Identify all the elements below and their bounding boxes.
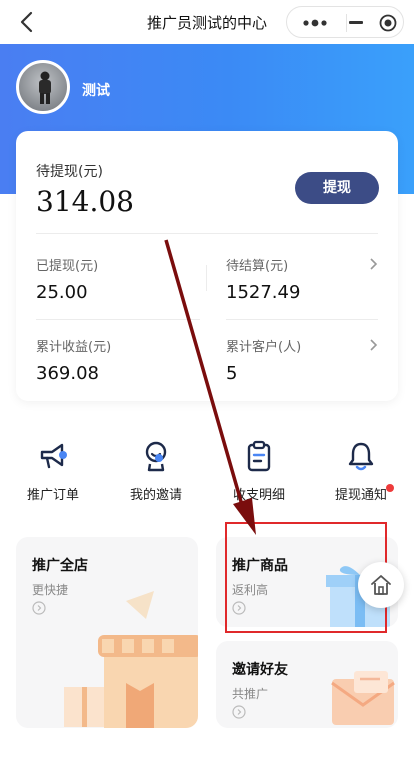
to-settle-value[interactable]: 1527.49 [226, 282, 300, 303]
chevron-right-icon[interactable] [368, 257, 378, 271]
withdrawn-value: 25.00 [36, 282, 88, 303]
tile-title: 邀请好友 [232, 662, 288, 678]
envelope-illustration-icon [331, 671, 395, 725]
clipboard-icon [247, 440, 271, 472]
bell-icon [348, 442, 374, 471]
pending-withdraw-value: 314.08 [36, 185, 134, 218]
divider [36, 233, 378, 234]
earnings-card: 待提现(元) 314.08 提现 已提现(元) 25.00 待结算(元) 152… [16, 131, 398, 401]
invite-person-icon [145, 441, 167, 472]
circle-arrow-icon[interactable] [32, 601, 46, 615]
avatar-figure-icon [39, 71, 51, 104]
action-label: 收支明细 [232, 488, 285, 503]
home-float-button[interactable] [358, 562, 404, 608]
action-promo-orders[interactable]: 推广订单 [13, 440, 93, 510]
user-name: 测试 [82, 83, 110, 99]
pending-withdraw-label: 待提现(元) [36, 164, 103, 180]
tile-invite-friends[interactable]: 邀请好友 共推广 [216, 641, 398, 728]
close-target-icon[interactable] [379, 14, 397, 32]
action-income-details[interactable]: 收支明细 [219, 440, 299, 510]
circle-arrow-icon[interactable] [232, 705, 246, 719]
divider [226, 319, 378, 320]
megaphone-icon [40, 443, 67, 469]
total-customers-value[interactable]: 5 [226, 363, 237, 384]
total-income-value: 369.08 [36, 363, 99, 384]
total-customers-label[interactable]: 累计客户(人) [226, 336, 301, 355]
withdrawn-label: 已提现(元) [36, 259, 99, 274]
more-dots-icon[interactable] [301, 15, 335, 31]
top-nav: 推广员测试的中心 [0, 0, 414, 44]
capsule-divider [346, 14, 347, 32]
action-withdraw-notice[interactable]: 提现通知 [321, 440, 401, 510]
chevron-right-icon[interactable] [368, 338, 378, 352]
notification-badge [386, 484, 394, 492]
total-income-label: 累计收益(元) [36, 340, 112, 355]
tile-promote-store[interactable]: 推广全店 更快捷 [16, 537, 198, 728]
action-label: 我的邀请 [129, 488, 182, 503]
action-label: 推广订单 [26, 488, 79, 503]
minimize-icon[interactable] [349, 21, 363, 24]
action-my-invites[interactable]: 我的邀请 [116, 440, 196, 510]
tile-title: 推广全店 [32, 558, 88, 574]
to-settle-label[interactable]: 待结算(元) [226, 255, 288, 274]
avatar[interactable] [16, 60, 70, 114]
divider [206, 265, 207, 291]
home-icon [371, 575, 391, 595]
divider [36, 319, 200, 320]
tile-subtitle: 共推广 [232, 687, 269, 701]
withdraw-button[interactable]: 提现 [295, 172, 379, 204]
mini-program-capsule [286, 6, 404, 38]
storefront-illustration-icon [64, 591, 198, 728]
